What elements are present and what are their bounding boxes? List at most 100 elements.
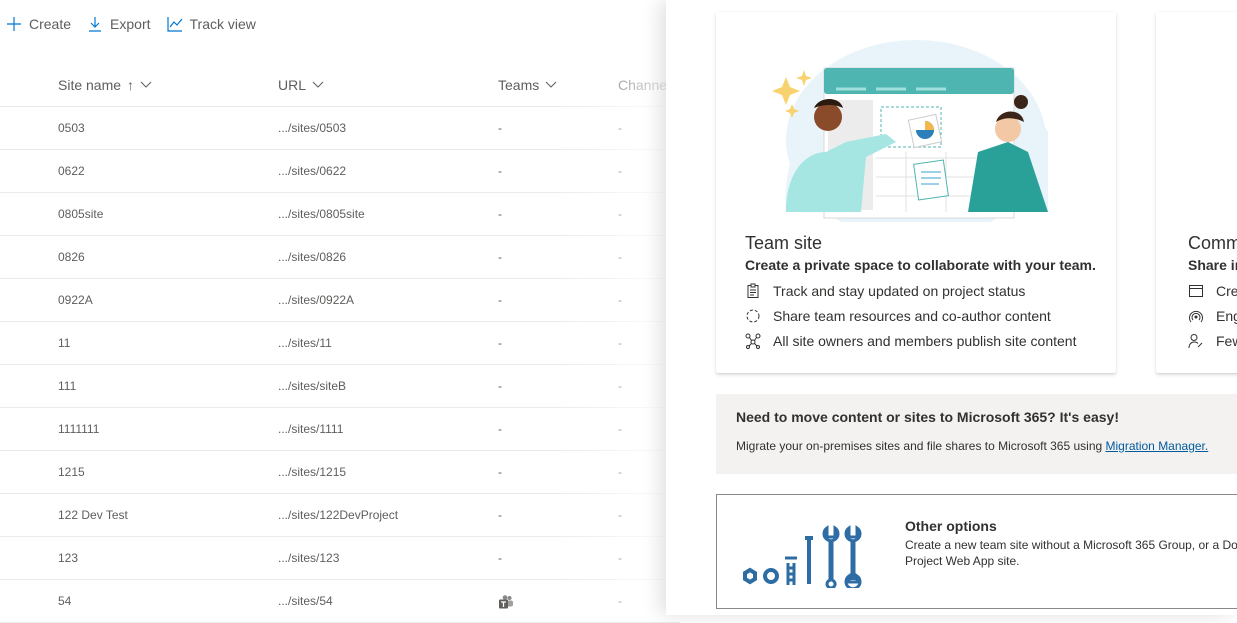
feature-text: Eng (1216, 308, 1237, 324)
url-cell: .../sites/11 (278, 336, 332, 350)
feature-item: Crea (1188, 283, 1237, 299)
migration-title: Need to move content or sites to Microso… (736, 409, 1119, 425)
feature-text: Few (1216, 333, 1237, 349)
site-name-cell[interactable]: 54 (58, 580, 71, 622)
site-name-cell[interactable]: 122 Dev Test (58, 494, 128, 536)
other-options-text-2: Project Web App site. (905, 554, 1020, 568)
feature-text: Share team resources and co-author conte… (773, 308, 1051, 324)
teams-cell: - (498, 121, 502, 135)
site-name-cell[interactable]: 1111111 (58, 408, 99, 450)
channel-cell: - (618, 164, 622, 178)
feature-item: Share team resources and co-author conte… (745, 308, 1051, 324)
communication-site-card[interactable]: Comm Share in Crea Eng Few (1156, 12, 1237, 373)
table-row[interactable]: 1215 .../sites/1215 - - (0, 451, 680, 494)
feature-text: Track and stay updated on project status (773, 283, 1026, 299)
url-cell: .../sites/123 (278, 551, 340, 565)
team-site-card[interactable]: Team site Create a private space to coll… (716, 12, 1116, 373)
table-row[interactable]: 122 Dev Test .../sites/122DevProject - - (0, 494, 680, 537)
create-button-label: Create (29, 16, 72, 32)
channel-cell: - (618, 465, 622, 479)
column-header-teams[interactable]: Teams (498, 64, 557, 106)
communication-site-subtitle: Share in (1188, 257, 1237, 273)
other-options-card[interactable]: Other options Create a new team site wit… (716, 494, 1237, 609)
other-options-title: Other options (905, 518, 997, 534)
url-cell: .../sites/1111 (278, 422, 344, 436)
channel-cell: - (618, 551, 622, 565)
migration-text: Migrate your on-premises sites and file … (736, 439, 1106, 453)
feature-item: Few (1188, 333, 1237, 349)
site-name-cell[interactable]: 1215 (58, 451, 85, 493)
download-icon (89, 17, 102, 32)
column-header-url[interactable]: URL (278, 64, 324, 106)
site-name-cell[interactable]: 111 (58, 365, 76, 407)
team-site-title: Team site (745, 233, 823, 253)
feature-item: All site owners and members publish site… (745, 333, 1076, 349)
person-edit-icon (1188, 334, 1203, 349)
teams-cell: - (498, 465, 502, 479)
export-button[interactable]: Export (87, 8, 151, 40)
page-edit-icon (1189, 285, 1203, 297)
url-cell: .../sites/1215 (278, 465, 347, 479)
table-row[interactable]: 11 .../sites/11 - - (0, 322, 680, 365)
site-name-cell[interactable]: 0622 (58, 150, 85, 192)
table-row[interactable]: 54 .../sites/54 - (0, 580, 680, 623)
channel-cell: - (618, 207, 622, 221)
sort-ascending-icon: ↑ (127, 77, 135, 93)
export-button-label: Export (110, 16, 151, 32)
table-row[interactable]: 111 .../sites/siteB - - (0, 365, 680, 408)
broadcast-icon (1189, 310, 1203, 323)
table-row[interactable]: 0826 .../sites/0826 - - (0, 236, 680, 279)
channel-cell: - (618, 336, 622, 350)
url-cell: .../sites/0622 (278, 164, 347, 178)
channel-cell: - (618, 379, 622, 393)
site-name-cell[interactable]: 0826 (58, 236, 85, 278)
column-header-site-name[interactable]: Site name ↑ (58, 64, 152, 106)
teams-cell: - (498, 250, 502, 264)
track-view-button[interactable]: Track view (166, 8, 256, 40)
people-network-icon (745, 333, 761, 349)
table-row[interactable]: 0922A .../sites/0922A - - (0, 279, 680, 322)
column-header-label: URL (278, 77, 307, 93)
team-collaboration-illustration (772, 40, 1048, 222)
channel-cell: - (618, 293, 622, 307)
plus-icon (7, 17, 21, 31)
column-header-label: Channe (618, 77, 668, 93)
site-name-cell[interactable]: 0922A (58, 279, 93, 321)
site-name-cell[interactable]: 0805site (58, 193, 103, 235)
teams-icon (499, 595, 513, 609)
feature-text: Crea (1216, 283, 1237, 299)
teams-cell: - (498, 551, 502, 565)
clipboard-icon (747, 283, 759, 298)
site-name-cell[interactable]: 11 (58, 322, 70, 364)
feature-item: Eng (1188, 308, 1237, 324)
teams-cell (498, 580, 514, 622)
list-header: Site name ↑ URL Teams Channe (0, 64, 680, 107)
table-row[interactable]: 1111111 .../sites/1111 - - (0, 408, 680, 451)
channel-cell: - (618, 508, 622, 522)
url-cell: .../sites/0805site (278, 207, 365, 221)
url-cell: .../sites/122DevProject (278, 508, 399, 522)
teams-cell: - (498, 207, 502, 221)
teams-cell: - (498, 508, 502, 522)
feature-item: Track and stay updated on project status (745, 283, 1025, 299)
other-options-description: Create a new team site without a Microso… (905, 537, 1237, 569)
team-site-subtitle: Create a private space to collaborate wi… (745, 257, 1096, 273)
feature-text: All site owners and members publish site… (773, 333, 1077, 349)
create-button[interactable]: Create (6, 8, 71, 40)
table-row[interactable]: 123 .../sites/123 - - (0, 537, 680, 580)
chevron-down-icon (140, 81, 152, 88)
chevron-down-icon (312, 81, 324, 88)
column-header-channel[interactable]: Channe (618, 64, 668, 106)
table-row[interactable]: 0805site .../sites/0805site - - (0, 193, 680, 236)
table-row[interactable]: 0622 .../sites/0622 - - (0, 150, 680, 193)
site-name-cell[interactable]: 123 (58, 537, 78, 579)
column-header-label: Site name (58, 77, 122, 93)
channel-cell: - (618, 250, 622, 264)
site-name-cell[interactable]: 0503 (58, 107, 85, 149)
teams-cell: - (498, 379, 502, 393)
migration-manager-link[interactable]: Migration Manager. (1106, 439, 1209, 453)
migration-banner: Need to move content or sites to Microso… (716, 394, 1237, 474)
teams-cell: - (498, 422, 502, 436)
sites-table: 0503 .../sites/0503 - - 0622 .../sites/0622 -… (0, 107, 680, 623)
table-row[interactable]: 0503 .../sites/0503 - - (0, 107, 680, 150)
